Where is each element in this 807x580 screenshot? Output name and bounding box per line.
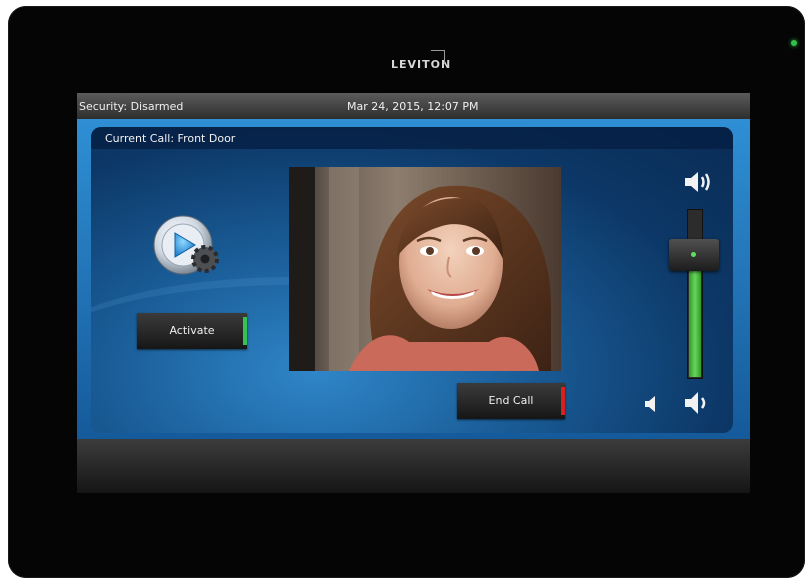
speaker-quiet-icon[interactable] [643,395,659,413]
activate-button-label: Activate [169,324,215,337]
brand-logo-mark [431,50,445,64]
end-call-indicator [561,387,565,415]
touchscreen: Security: Disarmed Mar 24, 2015, 12:07 P… [77,93,750,493]
brand-logo: LEVITON [391,48,451,74]
media-settings-icon[interactable] [153,215,225,277]
security-status[interactable]: Security: Disarmed [79,100,183,113]
volume-handle-indicator [691,252,696,257]
current-call-title: Current Call: Front Door [105,132,236,145]
call-panel-frame: Current Call: Front Door Activate End Ca… [77,119,750,439]
speaker-loud-icon[interactable] [683,169,715,195]
video-feed [289,167,561,371]
bottom-bar [77,439,750,493]
call-panel-header: Current Call: Front Door [91,127,733,149]
volume-slider-fill [689,263,701,377]
activate-indicator [243,317,247,345]
date-time: Mar 24, 2015, 12:07 PM [347,100,479,113]
end-call-button[interactable]: End Call [457,383,565,419]
activate-button[interactable]: Activate [137,313,247,349]
status-led [791,40,797,46]
status-bar: Security: Disarmed Mar 24, 2015, 12:07 P… [77,93,750,119]
speaker-medium-icon[interactable] [683,389,709,417]
volume-slider-handle[interactable] [669,239,719,271]
end-call-button-label: End Call [488,394,534,407]
call-panel: Current Call: Front Door Activate End Ca… [91,127,733,433]
